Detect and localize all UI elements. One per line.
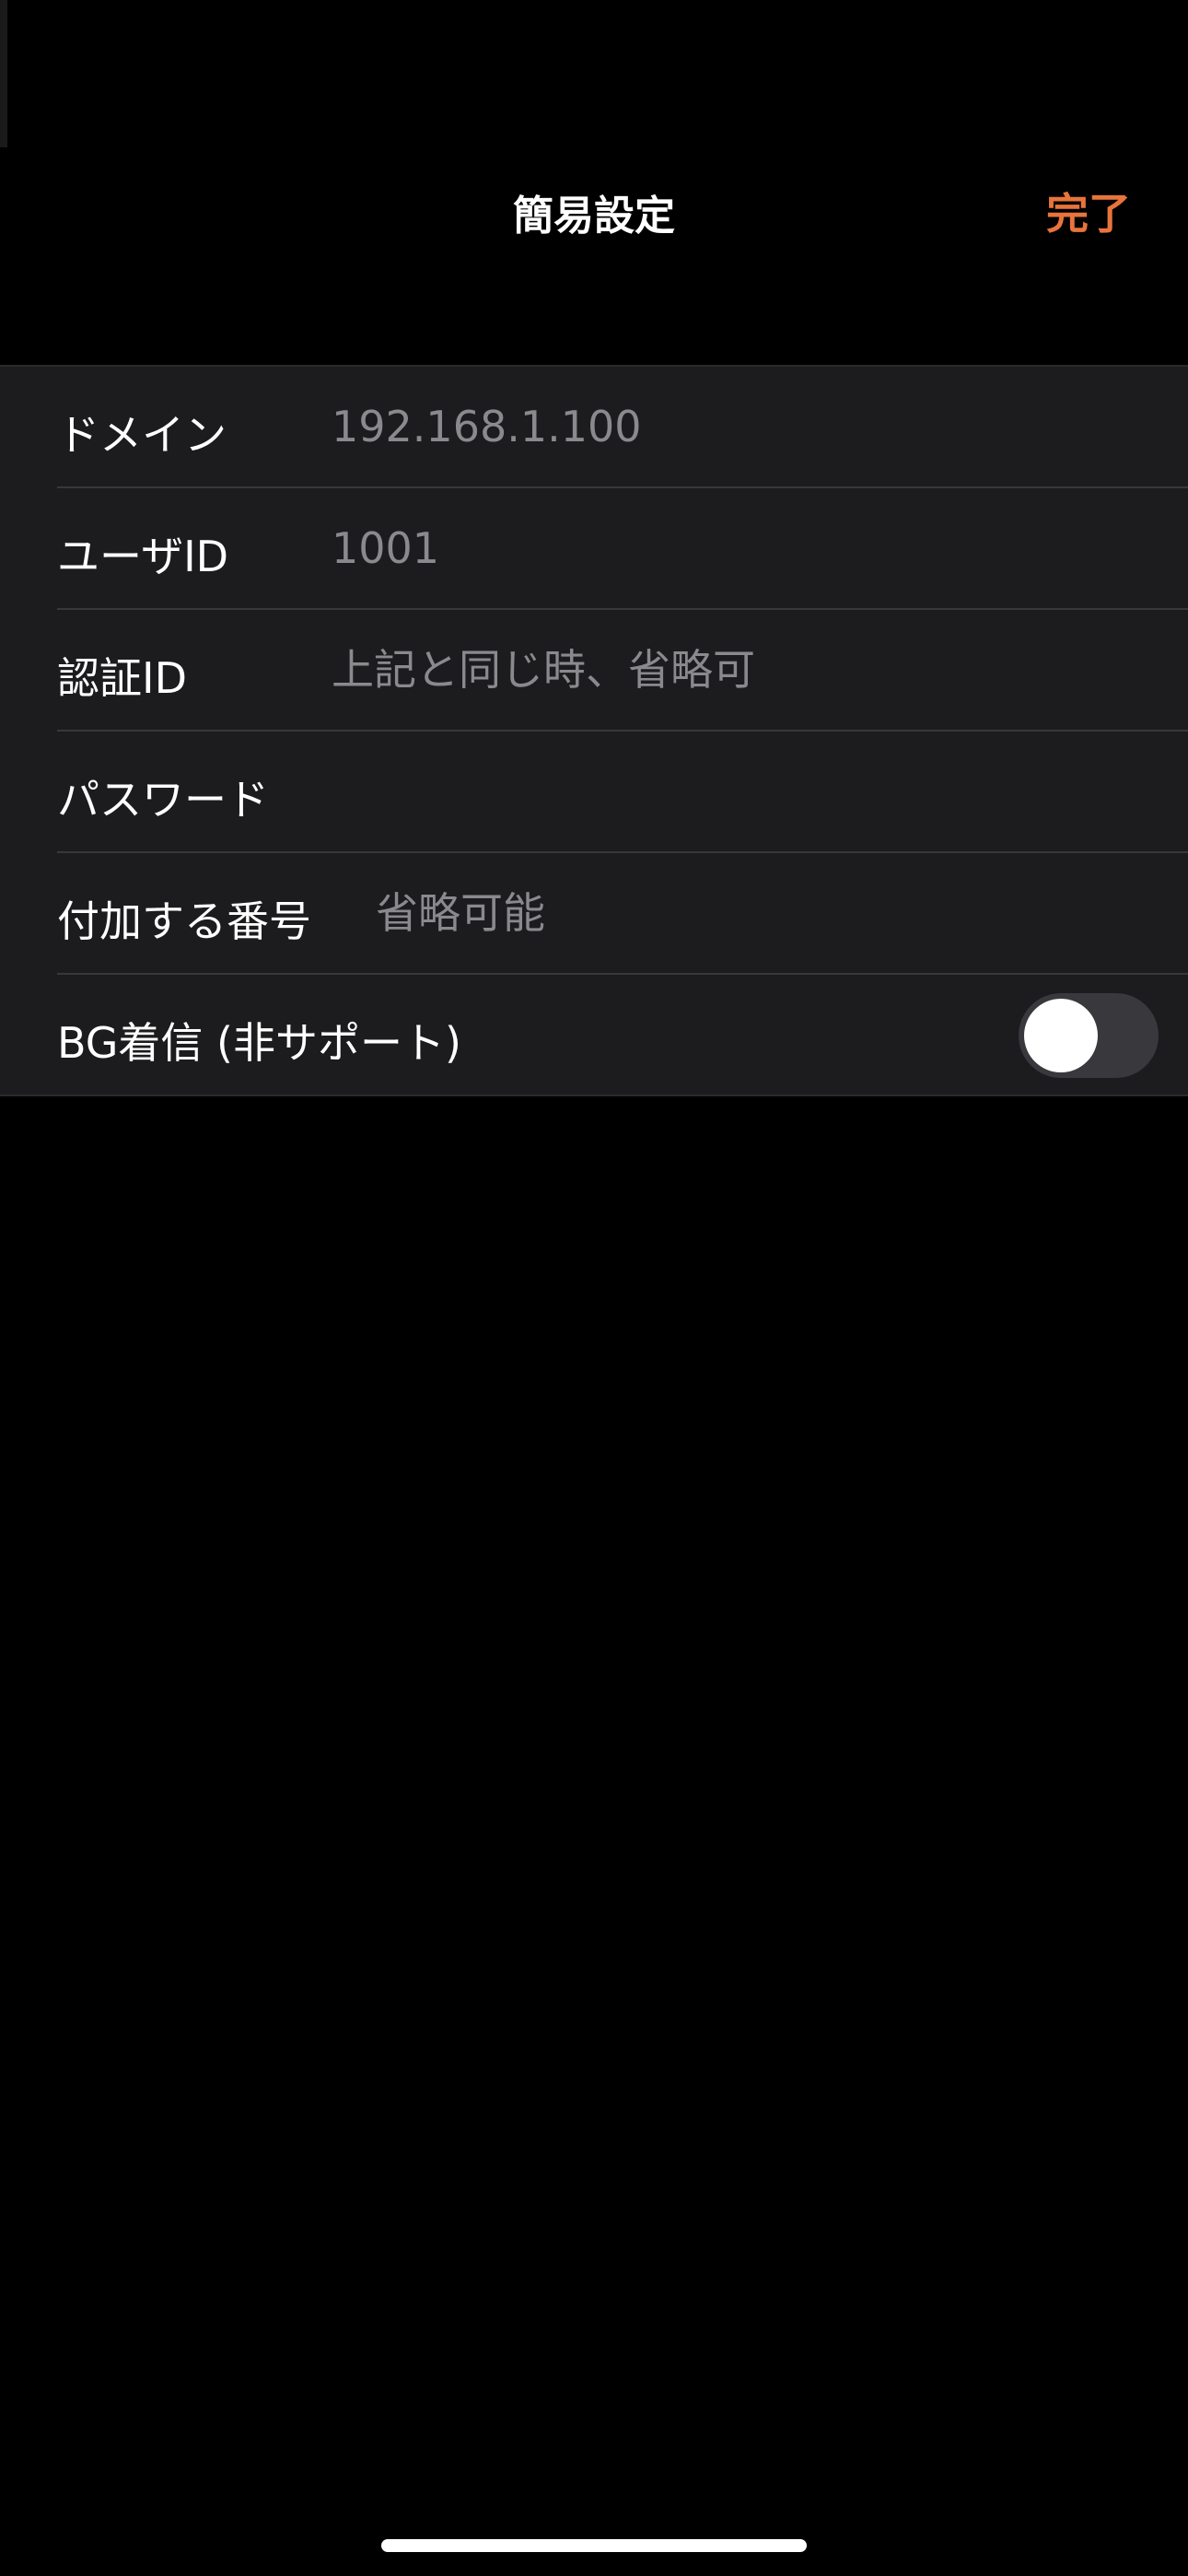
user-id-row: ユーザID (57, 488, 1188, 610)
settings-form: ドメイン ユーザID 認証ID パスワード 付加する番号 BG着信 (非サポート… (0, 365, 1188, 1096)
auth-id-label: 認証ID (57, 653, 187, 703)
domain-input[interactable] (332, 394, 1031, 459)
extra-number-label: 付加する番号 (57, 896, 311, 946)
done-button[interactable]: 完了 (1046, 181, 1131, 241)
auth-id-input[interactable] (332, 638, 1031, 702)
extra-number-input[interactable] (376, 881, 1020, 945)
navigation-bar: 簡易設定 完了 (0, 147, 1188, 276)
domain-label: ドメイン (57, 410, 227, 460)
auth-id-row: 認証ID (57, 610, 1188, 732)
bg-incoming-row: BG着信 (非サポート) (57, 975, 1188, 1095)
domain-row: ドメイン (57, 367, 1188, 488)
password-input[interactable] (332, 759, 1031, 824)
bg-incoming-label: BG着信 (非サポート) (57, 1018, 461, 1068)
window-edge (0, 0, 7, 147)
password-row: パスワード (57, 732, 1188, 853)
extra-number-row: 付加する番号 (57, 853, 1188, 975)
user-id-label: ユーザID (57, 532, 229, 581)
user-id-input[interactable] (332, 516, 1031, 580)
password-label: パスワード (57, 775, 269, 825)
screen: 簡易設定 完了 ドメイン ユーザID 認証ID パスワード 付加する番号 BG着… (0, 0, 1188, 2576)
toggle-knob (1024, 999, 1098, 1072)
home-indicator[interactable] (381, 2539, 807, 2552)
bg-incoming-toggle[interactable] (1019, 993, 1159, 1078)
page-title: 簡易設定 (513, 193, 675, 240)
